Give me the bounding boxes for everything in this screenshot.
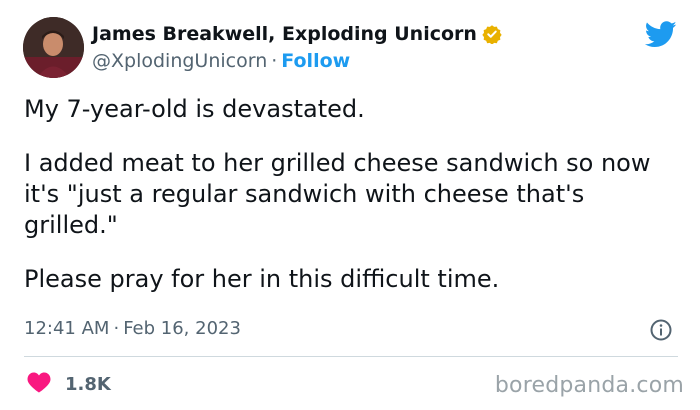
tweet-time: 12:41 AM xyxy=(24,318,110,339)
separator-dot: · xyxy=(271,50,278,72)
tweet-paragraph: I added meat to her grilled cheese sandw… xyxy=(24,149,651,239)
like-button[interactable]: 1.8K xyxy=(27,371,111,397)
tweet-text: My 7-year-old is devastated. I added mea… xyxy=(24,94,674,295)
info-icon[interactable] xyxy=(649,318,673,346)
like-count: 1.8K xyxy=(65,373,111,395)
avatar[interactable] xyxy=(23,17,84,78)
heart-icon xyxy=(27,371,51,397)
tweet-paragraph: Please pray for her in this difficult ti… xyxy=(24,265,500,293)
tweet-timestamp[interactable]: 12:41 AM · Feb 16, 2023 xyxy=(24,317,241,341)
tweet-paragraph: My 7-year-old is devastated. xyxy=(24,95,365,123)
author-display-name[interactable]: James Breakwell, Exploding Unicorn xyxy=(92,22,477,46)
author-name-row: James Breakwell, Exploding Unicorn xyxy=(92,22,502,46)
author-handle-row: @XplodingUnicorn · Follow xyxy=(92,49,350,73)
twitter-bird-icon[interactable] xyxy=(644,21,677,52)
divider xyxy=(24,356,678,357)
follow-button[interactable]: Follow xyxy=(281,49,350,73)
verified-badge-icon xyxy=(482,24,502,44)
author-handle[interactable]: @XplodingUnicorn xyxy=(92,49,267,73)
watermark: boredpanda.com xyxy=(494,373,684,398)
tweet-card: James Breakwell, Exploding Unicorn @Xplo… xyxy=(0,0,700,410)
separator-dot: · xyxy=(113,318,120,339)
tweet-date: Feb 16, 2023 xyxy=(123,318,241,339)
